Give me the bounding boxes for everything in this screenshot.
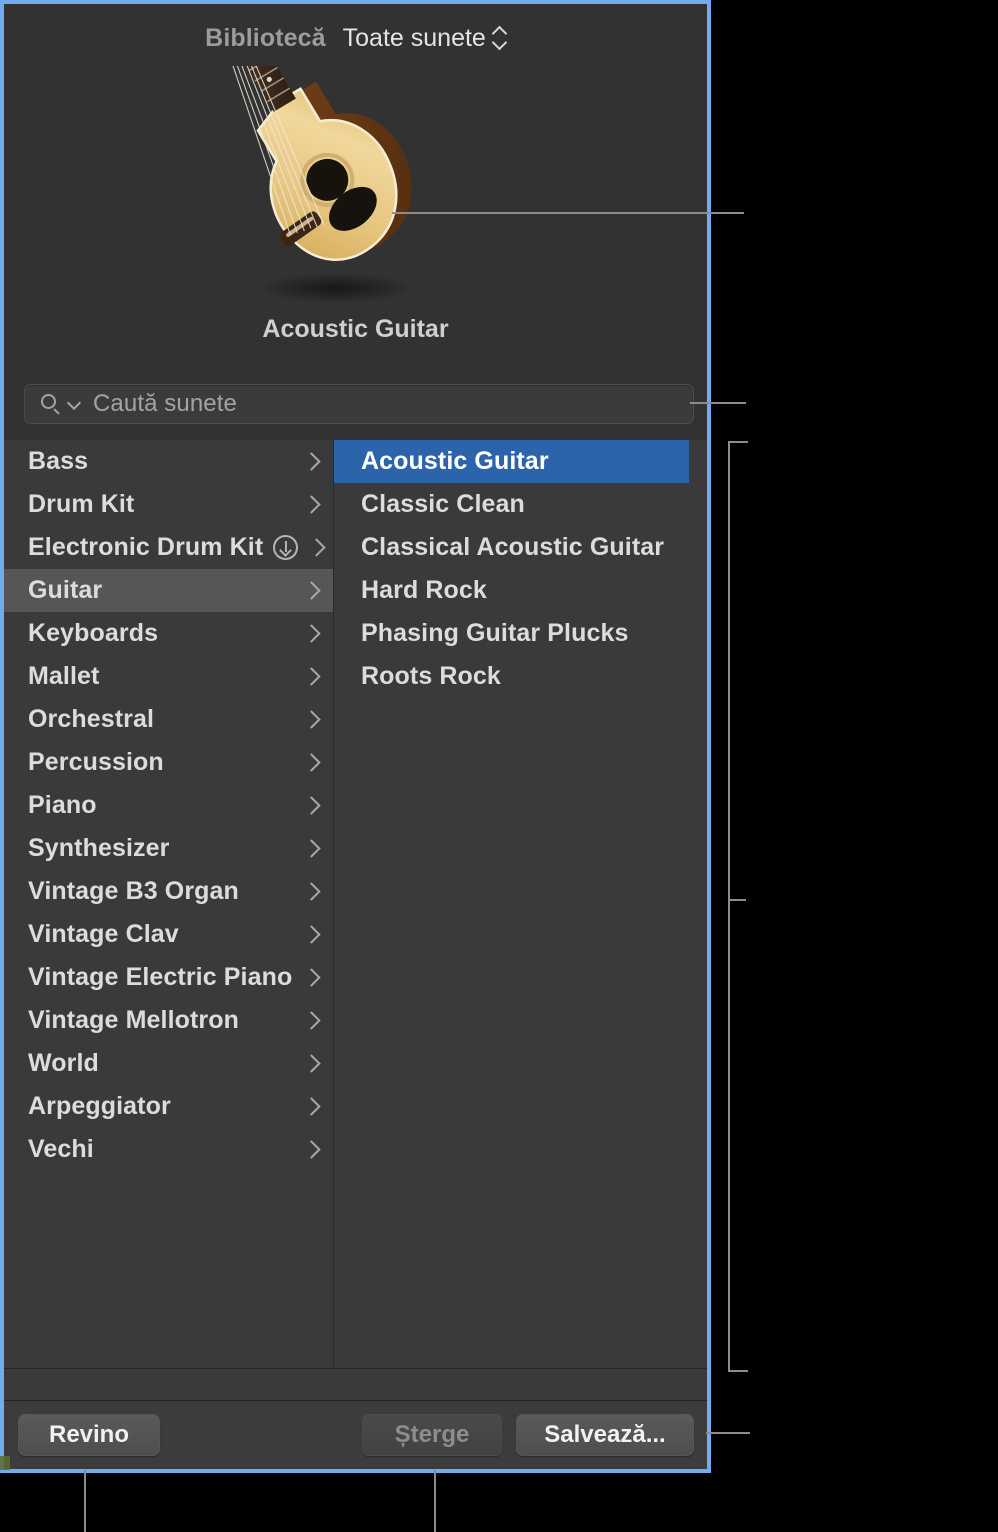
category-label: Orchestral xyxy=(28,705,155,733)
patch-row[interactable]: Classical Acoustic Guitar xyxy=(334,526,706,569)
chevron-right-icon xyxy=(303,879,319,905)
search-input[interactable]: Caută sunete xyxy=(24,384,694,424)
category-row[interactable]: Percussion xyxy=(4,741,333,784)
patch-row[interactable]: Phasing Guitar Plucks xyxy=(334,612,706,655)
category-label: World xyxy=(28,1049,99,1077)
patch-label: Hard Rock xyxy=(361,576,487,604)
category-label: Vintage B3 Organ xyxy=(28,877,239,905)
category-row[interactable]: Vintage Mellotron xyxy=(4,999,333,1042)
category-row[interactable]: Drum Kit xyxy=(4,483,333,526)
chevron-right-icon xyxy=(303,664,319,690)
chevron-right-icon xyxy=(303,793,319,819)
category-label: Vintage Mellotron xyxy=(28,1006,239,1034)
patch-label: Phasing Guitar Plucks xyxy=(361,619,629,647)
revert-button[interactable]: Revino xyxy=(18,1414,160,1456)
callout-line-delete xyxy=(434,1470,436,1532)
callout-bracket-bottom xyxy=(728,1370,748,1372)
category-row[interactable]: Vintage Clav xyxy=(4,913,333,956)
category-label: Drum Kit xyxy=(28,490,135,518)
category-row[interactable]: Guitar xyxy=(4,569,333,612)
chevron-right-icon xyxy=(303,1051,319,1077)
instrument-name: Acoustic Guitar xyxy=(262,315,449,343)
acoustic-guitar-image xyxy=(230,66,414,303)
category-row[interactable]: Mallet xyxy=(4,655,333,698)
callout-bracket-stub xyxy=(730,899,746,901)
chevron-right-icon xyxy=(303,1137,319,1163)
category-list[interactable]: Bass Drum Kit Electronic Drum Kit Guitar Key… xyxy=(4,440,334,1372)
bottom-blank-strip xyxy=(4,1369,707,1400)
library-header: Bibliotecă Toate sunete xyxy=(4,4,707,72)
chevron-right-icon xyxy=(303,449,319,475)
callout-line-search xyxy=(690,402,746,404)
category-label: Guitar xyxy=(28,576,103,604)
category-label: Synthesizer xyxy=(28,834,170,862)
search-icon xyxy=(39,392,63,416)
save-button[interactable]: Salvează... xyxy=(516,1414,694,1456)
category-row[interactable]: Bass xyxy=(4,440,333,483)
category-row[interactable]: Arpeggiator xyxy=(4,1085,333,1128)
category-row[interactable]: Orchestral xyxy=(4,698,333,741)
button-bar: Revino Șterge Salvează... xyxy=(4,1401,707,1469)
chevron-right-icon xyxy=(303,492,319,518)
category-label: Keyboards xyxy=(28,619,159,647)
chevron-right-icon xyxy=(303,836,319,862)
callout-line-instrument xyxy=(392,212,744,214)
sound-browser: Bass Drum Kit Electronic Drum Kit Guitar Key… xyxy=(4,440,707,1372)
category-row[interactable]: Vechi xyxy=(4,1128,333,1171)
patch-list[interactable]: Acoustic Guitar Classic Clean Classical Ac… xyxy=(334,440,706,1372)
category-label: Arpeggiator xyxy=(28,1092,171,1120)
chevron-right-icon xyxy=(303,1008,319,1034)
chevron-down-icon[interactable] xyxy=(67,393,80,415)
category-label: Percussion xyxy=(28,748,164,776)
category-label: Bass xyxy=(28,447,89,475)
category-label: Vintage Electric Piano xyxy=(28,963,293,991)
category-label: Electronic Drum Kit xyxy=(28,533,264,561)
category-row[interactable]: Electronic Drum Kit xyxy=(4,526,333,569)
category-row[interactable]: World xyxy=(4,1042,333,1085)
patch-label: Acoustic Guitar xyxy=(361,447,549,475)
category-row[interactable]: Vintage B3 Organ xyxy=(4,870,333,913)
search-row: Caută sunete xyxy=(4,384,707,428)
sound-scope-popup-label: Toate sunete xyxy=(342,23,486,52)
chevron-right-icon xyxy=(303,922,319,948)
category-label: Vintage Clav xyxy=(28,920,179,948)
callout-bracket-top xyxy=(728,441,748,443)
patch-row[interactable]: Acoustic Guitar xyxy=(334,440,706,483)
patch-label: Roots Rock xyxy=(361,662,501,690)
corner-artifact xyxy=(0,1456,10,1470)
patch-row[interactable]: Hard Rock xyxy=(334,569,706,612)
patch-row[interactable]: Roots Rock xyxy=(334,655,706,698)
category-row[interactable]: Keyboards xyxy=(4,612,333,655)
category-label: Piano xyxy=(28,791,97,819)
callout-line-save xyxy=(706,1432,750,1434)
category-row[interactable]: Piano xyxy=(4,784,333,827)
patch-list-scrollbar[interactable] xyxy=(689,440,706,1372)
instrument-preview: Acoustic Guitar xyxy=(4,66,707,366)
category-label: Vechi xyxy=(28,1135,94,1163)
library-title: Bibliotecă xyxy=(205,23,326,52)
chevron-right-icon xyxy=(308,535,324,561)
chevron-right-icon xyxy=(303,578,319,604)
category-row[interactable]: Synthesizer xyxy=(4,827,333,870)
callout-bracket-browser xyxy=(728,441,730,1372)
sound-scope-popup[interactable]: Toate sunete xyxy=(343,24,506,53)
chevron-right-icon xyxy=(303,750,319,776)
library-panel: Bibliotecă Toate sunete Acoustic Guitar … xyxy=(0,0,711,1473)
category-row[interactable]: Vintage Electric Piano xyxy=(4,956,333,999)
chevron-right-icon xyxy=(303,621,319,647)
search-placeholder: Caută sunete xyxy=(93,390,237,417)
chevron-right-icon xyxy=(303,965,319,991)
chevron-right-icon xyxy=(303,1094,319,1120)
callout-line-revert xyxy=(84,1470,86,1532)
chevron-right-icon xyxy=(303,707,319,733)
patch-row[interactable]: Classic Clean xyxy=(334,483,706,526)
patch-label: Classical Acoustic Guitar xyxy=(361,533,665,561)
chevron-up-down-icon xyxy=(493,26,506,50)
download-icon[interactable] xyxy=(273,535,299,560)
patch-label: Classic Clean xyxy=(361,490,525,518)
category-label: Mallet xyxy=(28,662,100,690)
delete-button[interactable]: Șterge xyxy=(362,1414,502,1456)
